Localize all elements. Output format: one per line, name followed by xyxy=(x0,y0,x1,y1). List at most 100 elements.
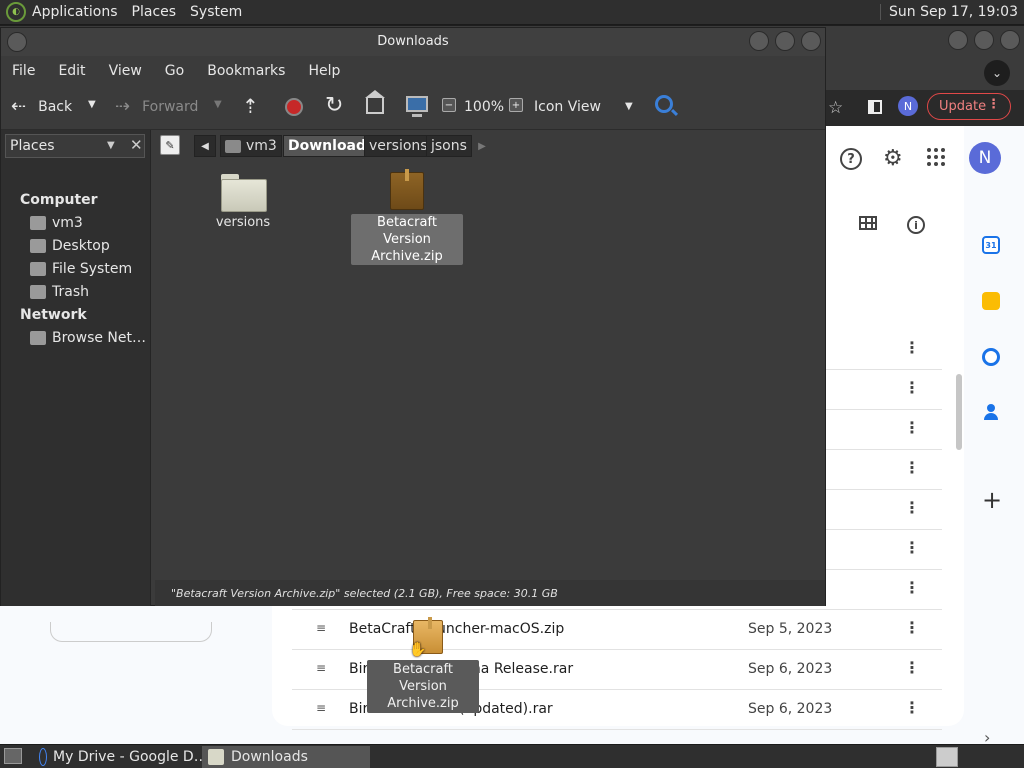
folder-icon xyxy=(221,174,267,212)
search-icon[interactable] xyxy=(655,95,673,113)
clock[interactable]: Sun Sep 17, 19:03 xyxy=(880,4,1018,20)
back-history-dropdown-icon[interactable]: ▼ xyxy=(88,99,96,110)
info-icon[interactable]: i xyxy=(907,216,925,234)
side-panel-icon[interactable] xyxy=(868,100,882,114)
breadcrumb-versions[interactable]: versions xyxy=(364,135,433,157)
hand-cursor-icon: ✋ xyxy=(409,642,427,658)
mate-logo-icon[interactable]: ◐ xyxy=(6,2,26,22)
row-more-icon[interactable]: ⋮ xyxy=(904,698,920,717)
zoom-level[interactable]: 100% xyxy=(464,99,504,115)
tab-search-chevron-icon[interactable]: ⌄ xyxy=(984,60,1010,86)
close-button[interactable] xyxy=(801,31,821,51)
breadcrumb-vm3[interactable]: vm3 xyxy=(220,135,282,157)
item-label: versions xyxy=(215,215,271,230)
contacts-icon[interactable] xyxy=(982,403,1000,421)
menu-view[interactable]: View xyxy=(109,63,142,79)
scrollbar[interactable] xyxy=(956,374,962,450)
home-folder-icon xyxy=(30,216,46,230)
sidebar-header[interactable]: Places ▼ ✕ xyxy=(5,134,145,158)
new-button[interactable] xyxy=(50,622,212,642)
breadcrumb-jsons[interactable]: jsons xyxy=(426,135,472,157)
sidebar-item-label: vm3 xyxy=(52,215,83,231)
home-folder-icon xyxy=(225,139,241,153)
stop-icon[interactable] xyxy=(285,98,303,116)
row-more-icon[interactable]: ⋮ xyxy=(904,498,920,517)
forward-history-dropdown-icon[interactable]: ▼ xyxy=(214,99,222,110)
settings-gear-icon[interactable]: ⚙ xyxy=(883,146,903,171)
row-more-icon[interactable]: ⋮ xyxy=(904,378,920,397)
workspace-switcher[interactable] xyxy=(936,747,958,767)
menu-places[interactable]: Places xyxy=(132,4,177,20)
folder-item[interactable]: versions xyxy=(213,174,273,231)
profile-avatar[interactable]: N xyxy=(898,96,918,116)
minimize-button[interactable] xyxy=(948,30,968,50)
view-mode-dropdown-icon[interactable]: ▼ xyxy=(625,101,633,112)
row-more-icon[interactable]: ⋮ xyxy=(904,338,920,357)
sidebar-dropdown-icon[interactable]: ▼ xyxy=(107,140,115,151)
task-downloads[interactable]: Downloads xyxy=(202,746,370,768)
path-scroll-left-icon[interactable]: ◀ xyxy=(194,135,216,157)
chrome-icon xyxy=(39,748,47,766)
places-sidebar: Places ▼ ✕ Computer vm3 Desktop File Sys… xyxy=(1,130,151,606)
row-more-icon[interactable]: ⋮ xyxy=(904,578,920,597)
apps-grid-icon[interactable] xyxy=(927,148,945,166)
zoom-in-icon[interactable]: + xyxy=(509,98,523,112)
sidebar-item-label: Trash xyxy=(52,284,89,300)
task-label: Downloads xyxy=(231,749,308,765)
row-more-icon[interactable]: ⋮ xyxy=(904,658,920,677)
back-label: Back xyxy=(38,98,73,115)
menu-file[interactable]: File xyxy=(12,63,35,79)
menu-system[interactable]: System xyxy=(190,4,242,20)
up-arrow-icon[interactable]: ⇡ xyxy=(242,94,259,118)
add-addon-icon[interactable]: + xyxy=(982,488,1002,512)
row-more-icon[interactable]: ⋮ xyxy=(904,418,920,437)
calendar-icon[interactable]: 31 xyxy=(982,236,1000,254)
sidebar-item-trash[interactable]: Trash xyxy=(30,284,89,300)
sidebar-item-browse-network[interactable]: Browse Net… xyxy=(30,330,146,346)
menu-go[interactable]: Go xyxy=(165,63,184,79)
zoom-out-icon[interactable]: − xyxy=(442,98,456,112)
keep-icon[interactable] xyxy=(982,292,1000,310)
update-label: Update xyxy=(939,99,987,114)
edit-location-icon[interactable]: ✎ xyxy=(160,135,180,155)
tasks-icon[interactable] xyxy=(982,348,1000,366)
row-more-icon[interactable]: ⋮ xyxy=(904,458,920,477)
reload-icon[interactable]: ↻ xyxy=(325,93,343,118)
desktop-icon xyxy=(30,239,46,253)
menu-edit[interactable]: Edit xyxy=(58,63,85,79)
help-icon[interactable]: ? xyxy=(840,148,862,170)
update-button[interactable]: Update ⋮ xyxy=(927,93,1011,120)
path-scroll-right-icon[interactable]: ▶ xyxy=(473,135,491,157)
sidebar-item-file-system[interactable]: File System xyxy=(30,261,132,277)
forward-label: Forward xyxy=(142,98,199,115)
maximize-button[interactable] xyxy=(775,31,795,51)
sidebar-item-vm3[interactable]: vm3 xyxy=(30,215,83,231)
forward-button[interactable]: ⇢ Forward xyxy=(115,96,198,117)
row-more-icon[interactable]: ⋮ xyxy=(904,538,920,557)
close-button[interactable] xyxy=(1000,30,1020,50)
minimize-button[interactable] xyxy=(749,31,769,51)
menu-applications[interactable]: Applications xyxy=(32,4,118,20)
view-mode-select[interactable]: Icon View xyxy=(534,99,601,115)
sidebar-section-network: Network xyxy=(20,307,87,323)
status-bar: "Betacraft Version Archive.zip" selected… xyxy=(155,580,825,606)
sidebar-item-desktop[interactable]: Desktop xyxy=(30,238,110,254)
icon-view[interactable]: versions Betacraft Version Archive.zip xyxy=(155,162,825,580)
home-icon[interactable] xyxy=(365,90,385,114)
trash-icon xyxy=(30,285,46,299)
show-desktop-icon[interactable] xyxy=(4,748,22,764)
more-vert-icon[interactable]: ⋮ xyxy=(987,97,1000,112)
computer-icon[interactable] xyxy=(406,96,428,117)
archive-item[interactable]: Betacraft Version Archive.zip xyxy=(351,169,463,265)
fm-toolbar: ⇠ Back ▼ ⇢ Forward ▼ ⇡ ↻ − 100% + Icon Vie… xyxy=(1,86,825,130)
menu-help[interactable]: Help xyxy=(308,63,340,79)
back-button[interactable]: ⇠ Back xyxy=(11,96,72,117)
fm-titlebar[interactable]: Downloads xyxy=(1,28,825,56)
menu-bookmarks[interactable]: Bookmarks xyxy=(207,63,285,79)
bookmark-star-icon[interactable]: ☆ xyxy=(828,98,843,118)
row-more-icon[interactable]: ⋮ xyxy=(904,618,920,637)
task-chrome[interactable]: My Drive - Google D… xyxy=(34,746,208,768)
sidebar-close-icon[interactable]: ✕ xyxy=(130,136,143,154)
grid-layout-icon[interactable] xyxy=(859,216,877,230)
maximize-button[interactable] xyxy=(974,30,994,50)
